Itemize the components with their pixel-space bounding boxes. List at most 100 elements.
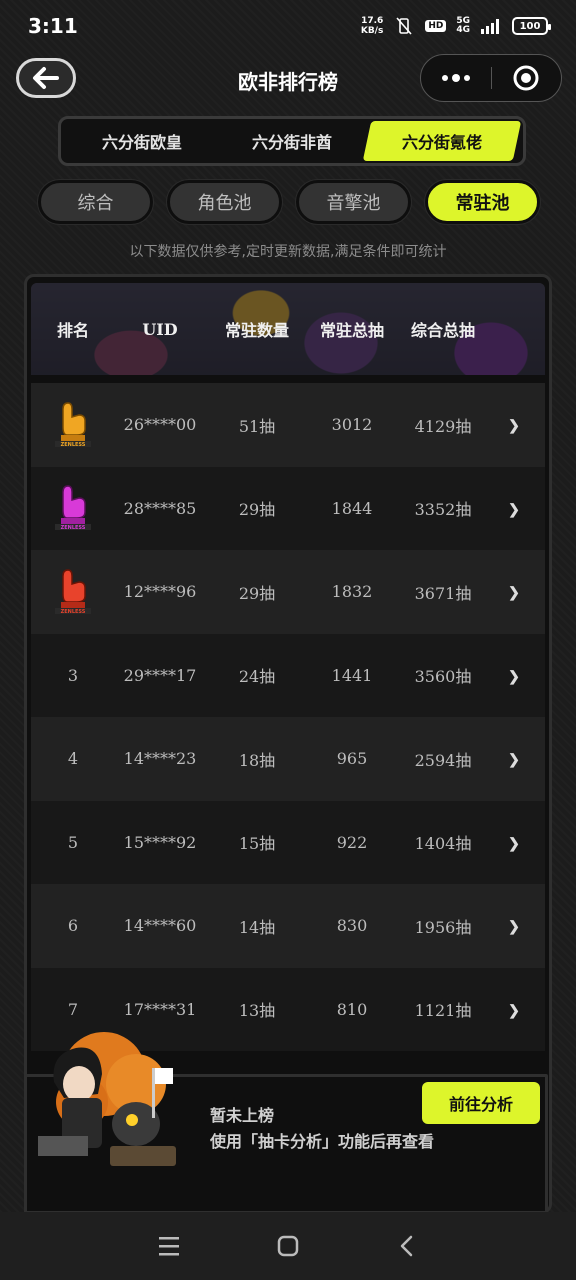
chevron-right-icon[interactable]: ❯ <box>491 1000 537 1019</box>
chevron-right-icon[interactable]: ❯ <box>491 582 537 601</box>
mini-program-capsule <box>420 54 562 102</box>
battery-icon: 100 <box>512 17 551 35</box>
uid-cell: 15****92 <box>123 832 197 852</box>
uid-cell: 28****85 <box>123 498 197 518</box>
tab-lucky[interactable]: 六分街欧皇 <box>67 121 217 161</box>
rank-cell: ZENLESS <box>31 564 115 620</box>
standard-total-cell: 1832 <box>331 582 373 602</box>
character-illustration <box>24 1024 184 1174</box>
overall-total-cell: 4129抽 <box>414 416 472 436</box>
standard-count-cell: 13抽 <box>238 1001 276 1021</box>
rank-cell: ZENLESS <box>31 397 115 453</box>
header-rank: 排名 <box>56 321 89 340</box>
standard-count-cell: 18抽 <box>238 750 276 770</box>
home-button[interactable] <box>268 1226 308 1266</box>
uid-cell: 14****60 <box>123 916 197 936</box>
standard-count-cell: 15抽 <box>238 834 276 854</box>
chevron-left-icon <box>400 1235 412 1257</box>
square-home-icon <box>277 1235 299 1257</box>
more-dots-icon <box>441 74 470 82</box>
overall-total-cell: 3671抽 <box>414 583 472 603</box>
standard-count-cell: 14抽 <box>238 917 276 937</box>
data-notice: 以下数据仅供参考,定时更新数据,满足条件即可统计 <box>129 244 447 260</box>
standard-count-cell: 24抽 <box>238 667 276 687</box>
header-overall-total: 综合总抽 <box>410 321 475 340</box>
table-row[interactable]: 3 29****17 24抽 1441 3560抽 ❯ <box>31 633 545 717</box>
signal-bars-icon <box>480 17 502 35</box>
header: 欧非排行榜 <box>0 52 576 106</box>
clock: 3:11 <box>28 14 78 38</box>
pool-tab-character[interactable]: 角色池 <box>167 180 282 224</box>
standard-count-cell: 29抽 <box>238 500 276 520</box>
rank-cell: 7 <box>67 999 79 1019</box>
not-ranked-title: 暂未上榜 <box>210 1106 275 1125</box>
purple-trophy-icon: ZENLESS <box>51 480 95 536</box>
chevron-right-icon[interactable]: ❯ <box>491 666 537 685</box>
pool-filter-tabs: 综合 角色池 音擎池 常驻池 <box>38 180 540 224</box>
overall-total-cell: 3352抽 <box>414 500 472 520</box>
overall-total-cell: 3560抽 <box>414 667 472 687</box>
rank-cell: ZENLESS <box>31 480 115 536</box>
header-uid: UID <box>142 319 178 339</box>
pool-tab-overall[interactable]: 综合 <box>38 180 153 224</box>
overall-total-cell: 1956抽 <box>414 917 472 937</box>
standard-total-cell: 922 <box>336 832 368 852</box>
leaderboard-tabs: 六分街欧皇 六分街非酋 六分街氪佬 <box>58 116 526 166</box>
chevron-right-icon[interactable]: ❯ <box>491 916 537 935</box>
standard-total-cell: 965 <box>336 749 368 769</box>
go-analyze-button[interactable]: 前往分析 <box>422 1082 540 1124</box>
standard-total-cell: 810 <box>336 999 368 1019</box>
leaderboard-rows: ZENLESS 26****00 51抽 3012 4129抽 ❯ ZENLES… <box>31 383 545 1051</box>
svg-text:ZENLESS: ZENLESS <box>61 609 86 615</box>
network-speed: 17.6 KB/s <box>360 16 384 36</box>
table-row[interactable]: ZENLESS 28****85 29抽 1844 3352抽 ❯ <box>31 466 545 550</box>
vibrate-off-icon <box>393 17 415 35</box>
uid-cell: 17****31 <box>123 999 197 1019</box>
pool-tab-standard[interactable]: 常驻池 <box>425 180 540 224</box>
chevron-right-icon[interactable]: ❯ <box>491 415 537 434</box>
standard-total-cell: 830 <box>336 916 368 936</box>
pool-tab-w-engine[interactable]: 音擎池 <box>296 180 411 224</box>
rank-cell: 4 <box>67 749 79 769</box>
table-row[interactable]: ZENLESS 12****96 29抽 1832 3671抽 ❯ <box>31 550 545 634</box>
header-standard-total: 常驻总抽 <box>319 321 384 340</box>
overall-total-cell: 1121抽 <box>414 1001 472 1021</box>
rank-cell: 6 <box>67 916 79 936</box>
close-mini-program-button[interactable] <box>492 55 562 101</box>
table-row[interactable]: ZENLESS 26****00 51抽 3012 4129抽 ❯ <box>31 383 545 467</box>
back-nav-button[interactable] <box>387 1226 427 1266</box>
svg-text:ZENLESS: ZENLESS <box>61 442 86 448</box>
overall-total-cell: 2594抽 <box>414 750 472 770</box>
uid-cell: 26****00 <box>123 415 197 435</box>
rank-cell: 5 <box>67 832 79 852</box>
table-row[interactable]: 5 15****92 15抽 922 1404抽 ❯ <box>31 800 545 884</box>
rank-cell: 3 <box>67 665 79 685</box>
svg-text:ZENLESS: ZENLESS <box>61 525 86 531</box>
not-ranked-hint: 使用「抽卡分析」功能后再查看 <box>210 1132 435 1151</box>
header-standard-count: 常驻数量 <box>224 321 289 340</box>
table-header: 排名 UID 常驻数量 常驻总抽 综合总抽 <box>31 283 545 375</box>
menu-lines-icon <box>159 1237 180 1256</box>
table-row[interactable]: 6 14****60 14抽 830 1956抽 ❯ <box>31 884 545 968</box>
chevron-right-icon[interactable]: ❯ <box>491 749 537 768</box>
standard-count-cell: 51抽 <box>238 416 276 436</box>
standard-count-cell: 29抽 <box>238 583 276 603</box>
uid-cell: 14****23 <box>123 749 197 769</box>
tab-big-spender[interactable]: 六分街氪佬 <box>362 121 522 161</box>
chevron-right-icon[interactable]: ❯ <box>491 833 537 852</box>
target-circle-icon <box>513 65 539 91</box>
standard-total-cell: 1844 <box>331 498 373 518</box>
recent-apps-button[interactable] <box>149 1226 189 1266</box>
uid-cell: 12****96 <box>123 582 197 602</box>
hd-icon: HD <box>425 20 447 32</box>
status-bar: 3:11 17.6 KB/s HD 5G 4G 100 <box>0 0 576 52</box>
tab-unlucky[interactable]: 六分街非酋 <box>217 121 367 161</box>
overall-total-cell: 1404抽 <box>414 834 472 854</box>
standard-total-cell: 1441 <box>331 665 373 685</box>
red-trophy-icon: ZENLESS <box>51 564 95 620</box>
gold-trophy-icon: ZENLESS <box>51 397 95 453</box>
more-button[interactable] <box>421 55 491 101</box>
system-navigation-bar <box>0 1212 576 1280</box>
chevron-right-icon[interactable]: ❯ <box>491 499 537 518</box>
table-row[interactable]: 4 14****23 18抽 965 2594抽 ❯ <box>31 717 545 801</box>
